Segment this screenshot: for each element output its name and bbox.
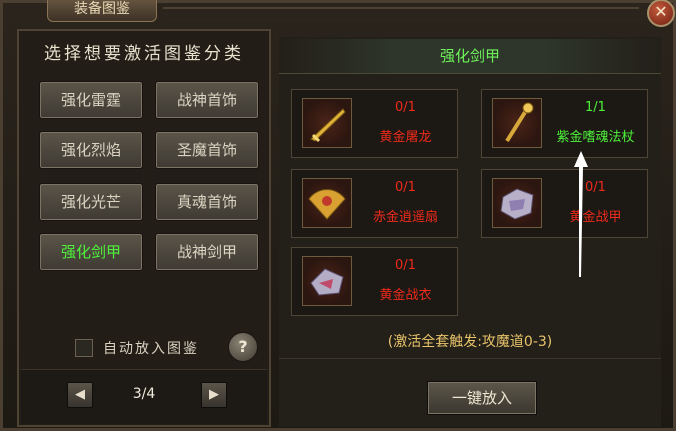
item-card[interactable]: 0/1 黄金战衣 [291, 247, 458, 316]
item-count: 1/1 [585, 100, 606, 115]
item-card[interactable]: 0/1 黄金战甲 [481, 169, 648, 238]
crystal-robe-icon [310, 268, 344, 296]
equipment-codex-window: 装备图鉴 ✕ 选择想要激活图鉴分类 强化雷霆 战神首饰 强化烈焰 圣魔首饰 强化… [0, 0, 676, 431]
category-button-qianghua-lieyan[interactable]: 强化烈焰 [39, 131, 143, 169]
category-button-zhenhun-shoushi[interactable]: 真魂首饰 [155, 183, 259, 221]
item-slot [492, 178, 542, 228]
category-button-qianghua-jianjia[interactable]: 强化剑甲 [39, 233, 143, 271]
triangle-right-icon: ▶ [209, 387, 219, 402]
put-all-button[interactable]: 一键放入 [427, 381, 537, 415]
golden-sword-icon [310, 108, 346, 143]
window-top-ornament [163, 7, 639, 20]
item-card[interactable]: 0/1 赤金逍遥扇 [291, 169, 458, 238]
page-indicator: 3/4 [132, 386, 156, 402]
item-slot [302, 178, 352, 228]
close-button[interactable]: ✕ [647, 0, 675, 27]
category-button-qianghua-guangmang[interactable]: 强化光芒 [39, 183, 143, 221]
item-count: 0/1 [585, 180, 606, 195]
category-panel: 选择想要激活图鉴分类 强化雷霆 战神首饰 强化烈焰 圣魔首饰 强化光芒 真魂首饰… [17, 29, 271, 427]
item-slot [302, 98, 352, 148]
item-card[interactable]: 1/1 紫金嗜魂法杖 [481, 89, 648, 158]
item-count: 0/1 [395, 258, 416, 273]
pointer-arrow-icon [574, 151, 588, 277]
item-count: 0/1 [395, 180, 416, 195]
set-panel: 强化剑甲 0/1 黄金屠龙 1/1 紫金嗜魂法杖 0/1 赤金逍遥扇 0/1 黄… [279, 37, 661, 427]
item-name: 黄金战甲 [569, 210, 622, 225]
golden-staff-icon [505, 102, 534, 143]
category-heading: 选择想要激活图鉴分类 [44, 44, 244, 64]
set-title: 强化剑甲 [439, 47, 500, 65]
item-name: 紫金嗜魂法杖 [556, 130, 635, 145]
set-header: 强化剑甲 [279, 39, 661, 74]
crystal-armor-icon [500, 188, 534, 220]
pager: ◀ 3/4 ▶ [21, 369, 267, 424]
item-name: 黄金屠龙 [379, 130, 432, 145]
category-button-zhanshen-jianjia[interactable]: 战神剑甲 [155, 233, 259, 271]
help-button[interactable]: ? [228, 332, 258, 362]
category-button-shengmo-shoushi[interactable]: 圣魔首饰 [155, 131, 259, 169]
item-slot [302, 256, 352, 306]
item-card[interactable]: 0/1 黄金屠龙 [291, 89, 458, 158]
item-count: 0/1 [395, 100, 416, 115]
auto-insert-label: 自动放入图鉴 [103, 341, 199, 357]
set-bonus-text: (激活全套触发:攻魔道0-3) [387, 334, 553, 350]
item-slot [492, 98, 542, 148]
golden-fan-icon [308, 189, 346, 220]
item-name: 赤金逍遥扇 [372, 210, 438, 225]
next-page-button[interactable]: ▶ [201, 382, 227, 408]
category-button-qianghua-leiting[interactable]: 强化雷霆 [39, 81, 143, 119]
category-button-zhanshen-shoushi[interactable]: 战神首饰 [155, 81, 259, 119]
window-title: 装备图鉴 [47, 0, 157, 22]
item-name: 黄金战衣 [379, 288, 432, 303]
auto-insert-checkbox[interactable] [75, 339, 93, 357]
divider [279, 358, 661, 359]
